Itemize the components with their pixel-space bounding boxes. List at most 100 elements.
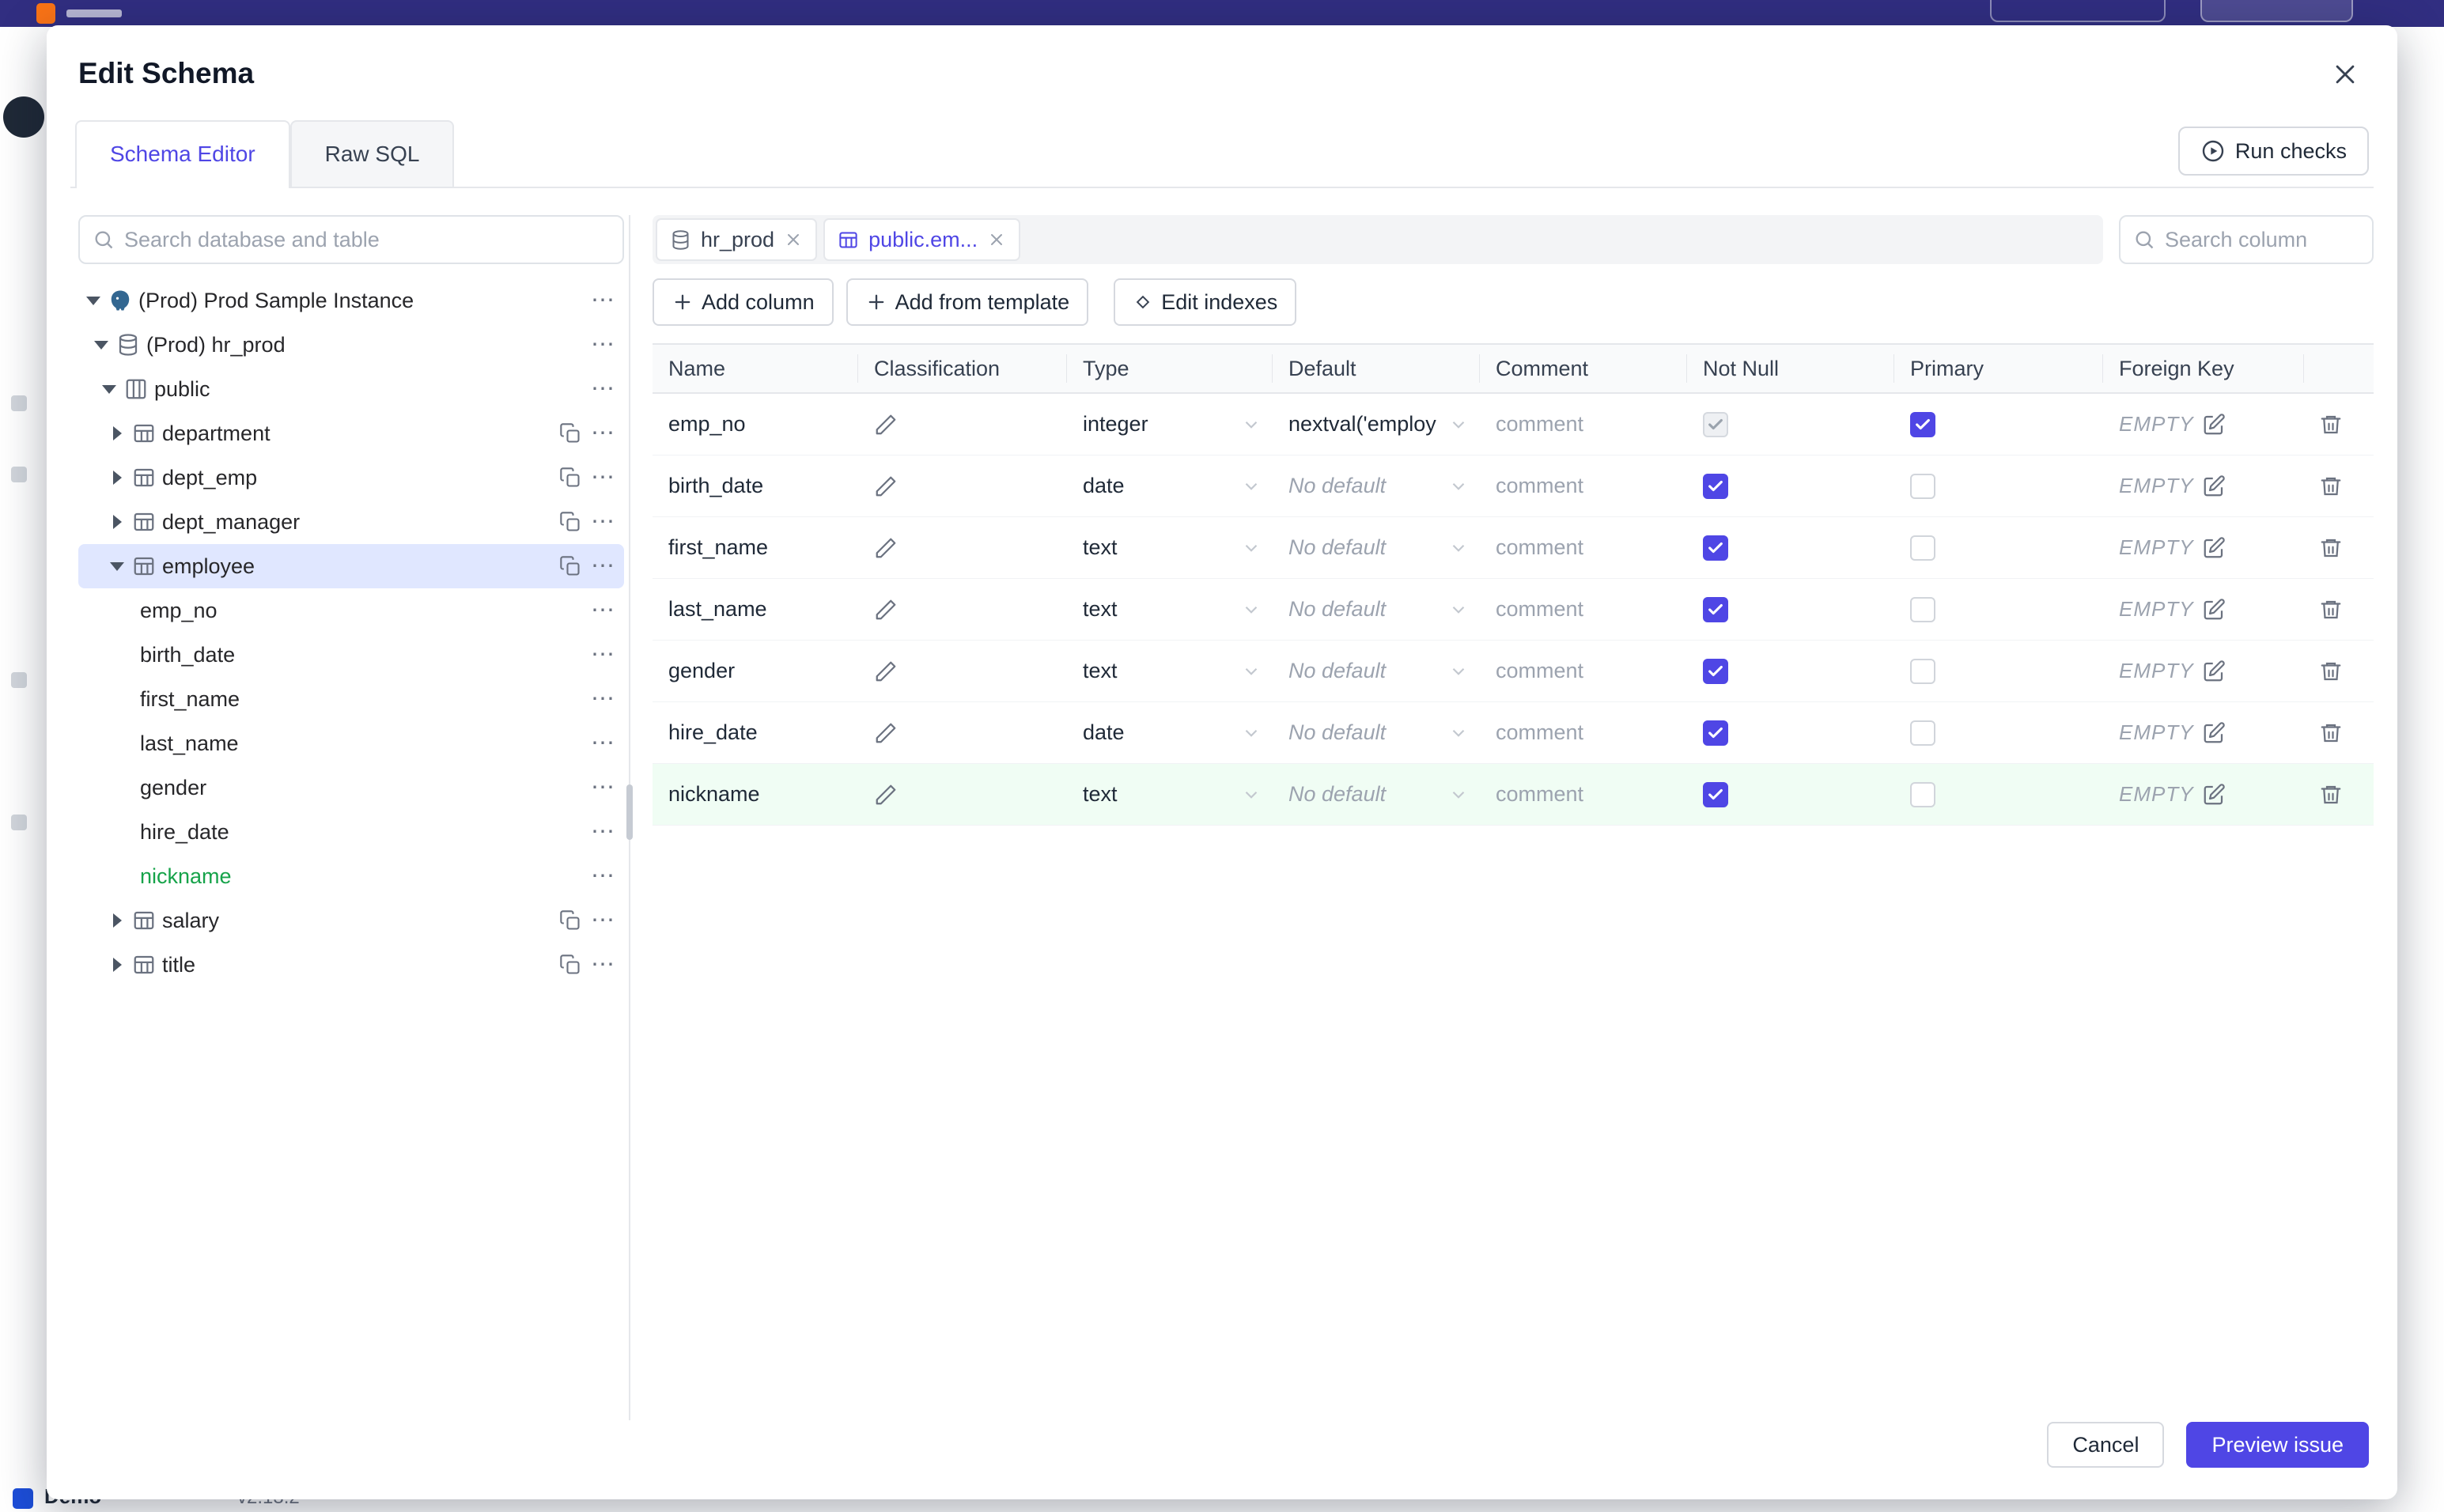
tree-item[interactable]: dept_manager ⋯ bbox=[78, 500, 624, 544]
more-icon[interactable]: ⋯ bbox=[589, 466, 618, 490]
default-select[interactable]: No default bbox=[1273, 535, 1480, 560]
column-name-input[interactable]: gender bbox=[668, 659, 735, 683]
not-null-checkbox[interactable] bbox=[1703, 720, 1728, 746]
column-name-input[interactable]: hire_date bbox=[668, 720, 758, 745]
tree-item[interactable]: gender ⋯ bbox=[78, 765, 624, 810]
classification-pencil-icon[interactable] bbox=[874, 783, 898, 807]
tree-item[interactable]: salary ⋯ bbox=[78, 898, 624, 943]
delete-column-icon[interactable] bbox=[2319, 721, 2343, 745]
close-icon[interactable] bbox=[987, 230, 1006, 249]
delete-column-icon[interactable] bbox=[2319, 474, 2343, 498]
edit-foreign-key-icon[interactable] bbox=[2202, 598, 2226, 622]
not-null-checkbox[interactable] bbox=[1703, 658, 1728, 684]
tree-item[interactable]: title ⋯ bbox=[78, 943, 624, 987]
copy-icon[interactable] bbox=[559, 909, 581, 932]
delete-column-icon[interactable] bbox=[2319, 783, 2343, 807]
edit-foreign-key-icon[interactable] bbox=[2202, 721, 2226, 745]
tree-item[interactable]: hire_date ⋯ bbox=[78, 810, 624, 854]
more-icon[interactable]: ⋯ bbox=[589, 643, 618, 667]
delete-column-icon[interactable] bbox=[2319, 598, 2343, 622]
caret-icon[interactable] bbox=[108, 425, 126, 442]
copy-icon[interactable] bbox=[559, 954, 581, 976]
avatar[interactable] bbox=[3, 96, 44, 138]
default-select[interactable]: No default bbox=[1273, 474, 1480, 498]
edit-foreign-key-icon[interactable] bbox=[2202, 413, 2226, 437]
cancel-button[interactable]: Cancel bbox=[2047, 1422, 2165, 1468]
delete-column-icon[interactable] bbox=[2319, 413, 2343, 437]
not-null-checkbox[interactable] bbox=[1703, 596, 1728, 622]
copy-icon[interactable] bbox=[559, 422, 581, 444]
comment-input[interactable]: comment bbox=[1496, 412, 1583, 437]
more-icon[interactable]: ⋯ bbox=[589, 731, 618, 755]
topbar-button[interactable] bbox=[1990, 0, 2166, 22]
default-select[interactable]: No default bbox=[1273, 720, 1480, 745]
more-icon[interactable]: ⋯ bbox=[589, 599, 618, 622]
more-icon[interactable]: ⋯ bbox=[589, 377, 618, 401]
type-select[interactable]: date bbox=[1067, 720, 1273, 745]
panel-resize-handle[interactable] bbox=[626, 784, 633, 840]
caret-icon[interactable] bbox=[108, 513, 126, 531]
classification-pencil-icon[interactable] bbox=[874, 598, 898, 622]
more-icon[interactable]: ⋯ bbox=[589, 820, 618, 844]
type-select[interactable]: text bbox=[1067, 597, 1273, 622]
default-select[interactable]: No default bbox=[1273, 782, 1480, 807]
column-name-input[interactable]: first_name bbox=[668, 535, 768, 560]
column-name-input[interactable]: nickname bbox=[668, 782, 760, 807]
caret-icon[interactable] bbox=[85, 292, 102, 309]
tree-item[interactable]: last_name ⋯ bbox=[78, 721, 624, 765]
edit-foreign-key-icon[interactable] bbox=[2202, 536, 2226, 560]
not-null-checkbox[interactable] bbox=[1703, 535, 1728, 561]
comment-input[interactable]: comment bbox=[1496, 597, 1583, 622]
more-icon[interactable]: ⋯ bbox=[589, 687, 618, 711]
tab-chip-public-employee[interactable]: public.em... bbox=[823, 218, 1021, 261]
preview-issue-button[interactable]: Preview issue bbox=[2186, 1422, 2369, 1468]
type-select[interactable]: integer bbox=[1067, 412, 1273, 437]
edit-indexes-button[interactable]: Edit indexes bbox=[1114, 278, 1297, 326]
more-icon[interactable]: ⋯ bbox=[589, 554, 618, 578]
topbar-button[interactable] bbox=[2200, 0, 2353, 22]
run-checks-button[interactable]: Run checks bbox=[2177, 127, 2369, 176]
classification-pencil-icon[interactable] bbox=[874, 536, 898, 560]
edit-foreign-key-icon[interactable] bbox=[2202, 783, 2226, 807]
default-select[interactable]: No default bbox=[1273, 659, 1480, 683]
caret-icon[interactable] bbox=[108, 469, 126, 486]
tree-item[interactable]: (Prod) hr_prod ⋯ bbox=[78, 323, 624, 367]
comment-input[interactable]: comment bbox=[1496, 474, 1583, 498]
default-select[interactable]: nextval('employ bbox=[1273, 412, 1480, 437]
tree-search-input[interactable] bbox=[124, 227, 610, 252]
column-search-input[interactable] bbox=[2165, 227, 2444, 252]
tree-item[interactable]: nickname ⋯ bbox=[78, 854, 624, 898]
type-select[interactable]: text bbox=[1067, 782, 1273, 807]
caret-icon[interactable] bbox=[108, 912, 126, 929]
primary-checkbox[interactable] bbox=[1910, 720, 1935, 746]
more-icon[interactable]: ⋯ bbox=[589, 909, 618, 932]
more-icon[interactable]: ⋯ bbox=[589, 333, 618, 357]
edit-foreign-key-icon[interactable] bbox=[2202, 660, 2226, 683]
edit-foreign-key-icon[interactable] bbox=[2202, 474, 2226, 498]
caret-icon[interactable] bbox=[108, 558, 126, 575]
tree-item[interactable]: dept_emp ⋯ bbox=[78, 455, 624, 500]
more-icon[interactable]: ⋯ bbox=[589, 421, 618, 445]
comment-input[interactable]: comment bbox=[1496, 720, 1583, 745]
type-select[interactable]: date bbox=[1067, 474, 1273, 498]
tree-item[interactable]: (Prod) Prod Sample Instance ⋯ bbox=[78, 278, 624, 323]
caret-icon[interactable] bbox=[100, 380, 118, 398]
close-icon[interactable] bbox=[2328, 57, 2363, 92]
more-icon[interactable]: ⋯ bbox=[589, 289, 618, 312]
more-icon[interactable]: ⋯ bbox=[589, 864, 618, 888]
add-from-template-button[interactable]: Add from template bbox=[846, 278, 1089, 326]
primary-checkbox[interactable] bbox=[1910, 658, 1935, 684]
tab-chip-hr-prod[interactable]: hr_prod bbox=[656, 218, 818, 261]
classification-pencil-icon[interactable] bbox=[874, 721, 898, 745]
type-select[interactable]: text bbox=[1067, 535, 1273, 560]
default-select[interactable]: No default bbox=[1273, 597, 1480, 622]
column-name-input[interactable]: birth_date bbox=[668, 474, 763, 498]
caret-icon[interactable] bbox=[93, 336, 110, 353]
tab-raw-sql[interactable]: Raw SQL bbox=[289, 120, 455, 187]
classification-pencil-icon[interactable] bbox=[874, 413, 898, 437]
comment-input[interactable]: comment bbox=[1496, 659, 1583, 683]
delete-column-icon[interactable] bbox=[2319, 536, 2343, 560]
tree-item[interactable]: public ⋯ bbox=[78, 367, 624, 411]
tree-item[interactable]: birth_date ⋯ bbox=[78, 633, 624, 677]
tree-item[interactable]: department ⋯ bbox=[78, 411, 624, 455]
